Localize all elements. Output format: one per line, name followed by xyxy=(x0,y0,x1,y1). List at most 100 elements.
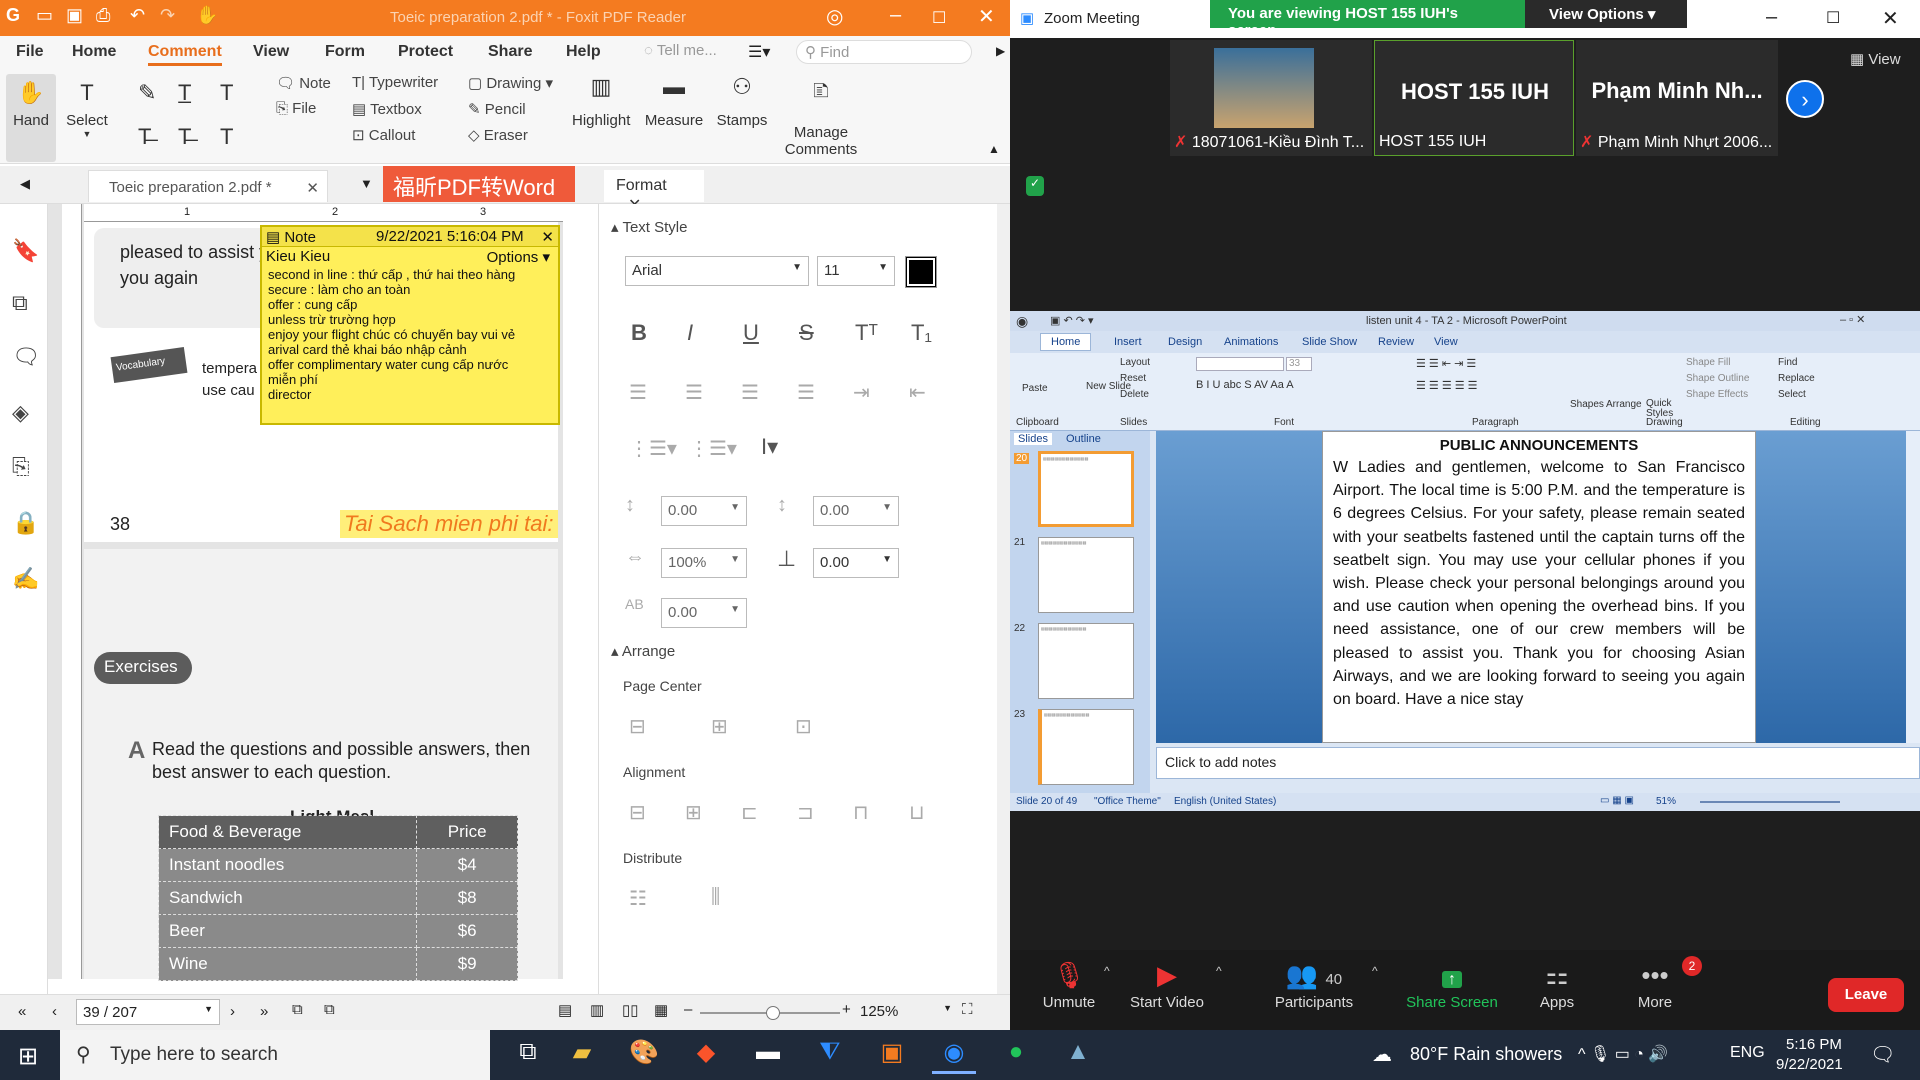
continuous-icon[interactable]: ▥ xyxy=(590,1001,604,1019)
ppt-delete-button[interactable]: Delete xyxy=(1120,389,1149,400)
signature-icon[interactable]: ✍ xyxy=(12,566,39,592)
ppt-outline-tab[interactable]: Outline xyxy=(1066,433,1101,445)
slide-thumbnail[interactable]: ▤▤▤▤▤▤▤▤▤▤▤▤ xyxy=(1038,537,1134,613)
ppt-layout-button[interactable]: Layout xyxy=(1120,357,1150,368)
ppt-arrange-button[interactable]: Arrange xyxy=(1606,399,1642,410)
align-left-icon[interactable]: ☰ xyxy=(629,380,647,405)
first-page-icon[interactable]: « xyxy=(18,1003,26,1020)
bold-icon[interactable]: B xyxy=(631,320,647,346)
slide-thumbnail[interactable]: ▤▤▤▤▤▤▤▤▤▤▤▤ xyxy=(1038,623,1134,699)
text-direction-icon[interactable]: I▾ xyxy=(761,434,778,460)
sticky-note-popup[interactable]: ▤ Note 9/22/2021 5:16:04 PM ✕ Kieu Kieu Opt… xyxy=(260,225,560,425)
ppt-slides-tab[interactable]: Slides xyxy=(1014,433,1052,445)
last-page-icon[interactable]: » xyxy=(260,1003,268,1020)
notifications-icon[interactable]: 🗨 xyxy=(1870,1042,1895,1067)
horizontal-scale-icon[interactable]: ⇔ xyxy=(625,546,645,569)
superscript-icon[interactable]: Tᵀ xyxy=(855,320,878,346)
menu-form[interactable]: Form xyxy=(325,43,365,61)
save-icon[interactable]: ▣ xyxy=(66,5,83,26)
comments-icon[interactable]: 🗨 xyxy=(12,344,40,370)
view-options-button[interactable]: View Options ▾ xyxy=(1525,0,1687,28)
menu-home[interactable]: Home xyxy=(72,43,116,61)
zoom-slider-handle[interactable] xyxy=(766,1006,780,1020)
center-both-icon[interactable]: ⊡ xyxy=(795,714,812,739)
slide-thumbnail[interactable]: ▤▤▤▤▤▤▤▤▤▤▤▤ xyxy=(1038,709,1134,785)
single-page-icon[interactable]: ▤ xyxy=(558,1001,572,1019)
app-blue-icon[interactable]: ▲ xyxy=(1056,1038,1100,1074)
foxit-taskbar-icon[interactable]: ▣ xyxy=(870,1038,914,1074)
ppt-font-size[interactable]: 33 xyxy=(1286,357,1312,371)
minimize-icon[interactable]: – xyxy=(890,4,901,27)
bookmark-icon[interactable]: 🔖 xyxy=(12,238,39,264)
video-options-icon[interactable]: ^ xyxy=(1216,964,1222,978)
measure-button[interactable]: ▬ Measure xyxy=(642,74,706,129)
close-icon[interactable]: ✕ xyxy=(1882,6,1899,31)
highlight-area-button[interactable]: ▥ Highlight xyxy=(572,74,630,129)
input-language[interactable]: ENG xyxy=(1730,1044,1765,1062)
next-participants-icon[interactable]: › xyxy=(1786,80,1824,118)
undo-icon[interactable]: ↶ xyxy=(130,5,145,26)
manage-comments-button[interactable]: 🗈 Manage Comments xyxy=(776,74,866,158)
print-icon[interactable]: ⎙ xyxy=(96,5,110,26)
participant-tile[interactable]: Phạm Minh Nh... ✗ Phạm Minh Nhựt 2006... xyxy=(1576,40,1778,156)
ppt-font-name[interactable] xyxy=(1196,357,1284,371)
ppt-font-format-icons[interactable]: B I U abc S AV Aa A xyxy=(1196,379,1294,391)
paint-icon[interactable]: 🎨 xyxy=(622,1038,666,1074)
justify-icon[interactable]: ☰ xyxy=(797,380,815,405)
document-tab[interactable]: Toeic preparation 2.pdf * ✕ xyxy=(88,170,328,202)
scale-field[interactable]: 100% ▼ xyxy=(661,548,747,578)
align-obj-top-icon[interactable]: ⊓ xyxy=(853,800,869,825)
view-mode-icons[interactable]: ▭ ▦ ▣ xyxy=(1600,795,1634,806)
minimize-icon[interactable]: – xyxy=(1766,6,1777,29)
menu-protect[interactable]: Protect xyxy=(398,43,453,61)
indent-icon[interactable]: ⇥ xyxy=(853,380,870,405)
next-view-icon[interactable]: ⧉ xyxy=(324,1001,335,1018)
font-color-swatch[interactable] xyxy=(905,256,937,288)
subscript-icon[interactable]: T₁ xyxy=(911,320,932,346)
text-style-header[interactable]: ▴ Text Style xyxy=(611,218,687,236)
ppt-shapes-button[interactable]: Shapes xyxy=(1570,399,1604,410)
next-page-icon[interactable]: › xyxy=(230,1003,235,1020)
vscode-icon[interactable]: ⧨ xyxy=(808,1038,852,1074)
apps-button[interactable]: ⚏ Apps xyxy=(1522,960,1592,1011)
share-screen-button[interactable]: ↑ Share Screen xyxy=(1402,960,1502,1011)
zoom-in-icon[interactable]: + xyxy=(842,1001,851,1018)
ppt-slide-editor[interactable]: PUBLIC ANNOUNCEMENTS W Ladies and gentle… xyxy=(1156,431,1920,743)
participants-button[interactable]: 👥 40 Participants xyxy=(1266,960,1362,1011)
align-right-icon[interactable]: ☰ xyxy=(741,380,759,405)
align-obj-right-icon[interactable]: ⊐ xyxy=(797,800,814,825)
start-video-button[interactable]: ▶ Start Video xyxy=(1122,960,1212,1011)
app-green-icon[interactable]: ● xyxy=(994,1038,1038,1074)
stamps-button[interactable]: ⚇ Stamps xyxy=(714,74,770,129)
leave-button[interactable]: Leave xyxy=(1828,978,1904,1012)
arrange-header[interactable]: ▴ Arrange xyxy=(611,642,675,660)
note-button[interactable]: 🗨 Note xyxy=(276,74,331,92)
font-size-select[interactable]: 11 ▼ xyxy=(817,256,895,286)
search-options-icon[interactable]: ☰▾ xyxy=(748,42,770,62)
menu-share[interactable]: Share xyxy=(488,43,532,61)
file-explorer-icon[interactable]: ▰ xyxy=(560,1038,604,1074)
weather-text[interactable]: 80°F Rain showers xyxy=(1410,1044,1562,1065)
format-panel-tab[interactable]: Format ✕ xyxy=(604,170,704,214)
ppt-paste-button[interactable]: Paste xyxy=(1022,383,1048,394)
ppt-shape-outline[interactable]: Shape Outline xyxy=(1686,373,1749,384)
center-horizontal-icon[interactable]: ⊟ xyxy=(629,714,646,739)
line-spacing-icon[interactable]: ↕ xyxy=(625,494,635,517)
strikethrough-icon[interactable]: S xyxy=(799,320,814,346)
facing-icon[interactable]: ▯▯ xyxy=(622,1001,639,1019)
typewriter-button[interactable]: T| Typewriter xyxy=(352,74,438,91)
eraser-button[interactable]: ◇ Eraser xyxy=(468,126,528,144)
ppt-shape-effects[interactable]: Shape Effects xyxy=(1686,389,1748,400)
ppt-tab-view[interactable]: View xyxy=(1434,336,1458,348)
zoom-out-icon[interactable]: – xyxy=(684,1001,692,1018)
font-family-select[interactable]: Arial ▼ xyxy=(625,256,809,286)
office-button-icon[interactable]: ◉ xyxy=(1016,313,1028,330)
task-view-icon[interactable]: ⧉ xyxy=(506,1038,550,1074)
squiggly-text-icon[interactable]: T xyxy=(220,80,233,106)
pencil-button[interactable]: ✎ Pencil xyxy=(468,100,526,118)
ppt-shape-fill[interactable]: Shape Fill xyxy=(1686,357,1730,368)
outdent-icon[interactable]: ⇤ xyxy=(909,380,926,405)
terminal-icon[interactable]: ▬ xyxy=(746,1038,790,1074)
slide-thumbnail[interactable]: ▤▤▤▤▤▤▤▤▤▤▤▤ xyxy=(1038,451,1134,527)
baseline-offset-icon[interactable]: ⊥ xyxy=(777,546,796,572)
